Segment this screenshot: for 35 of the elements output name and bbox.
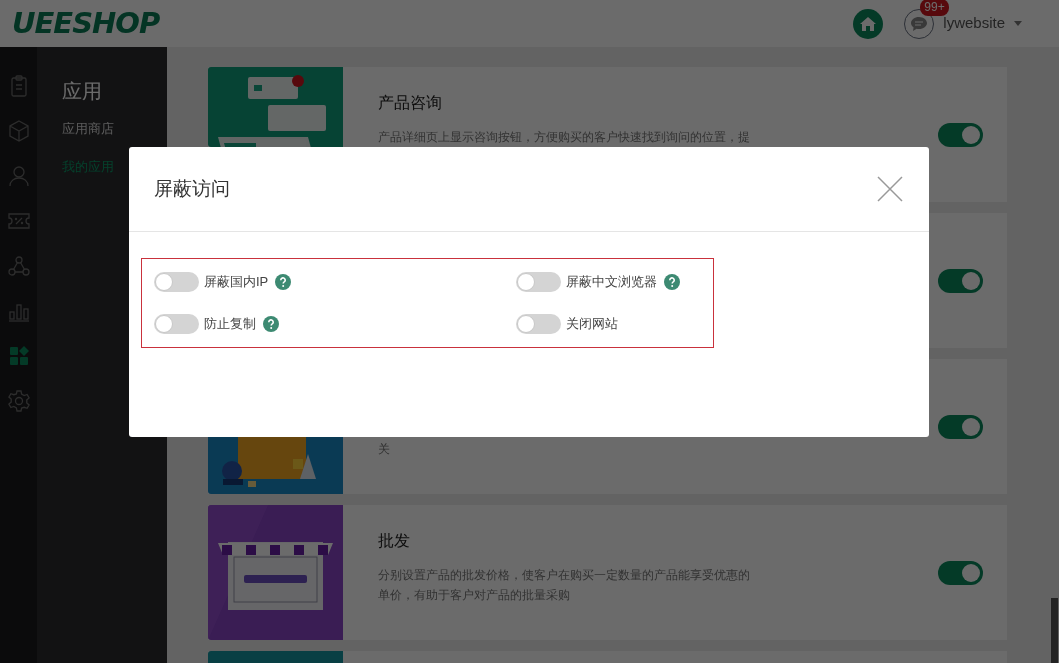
cube-icon[interactable] bbox=[7, 120, 30, 142]
help-icon[interactable] bbox=[263, 316, 279, 332]
scrollbar-thumb[interactable] bbox=[1051, 598, 1058, 663]
option-label: 防止复制 bbox=[204, 315, 256, 334]
logo: UEESHOP bbox=[12, 4, 160, 42]
notification-badge: 99+ bbox=[920, 0, 949, 16]
close-button[interactable] bbox=[876, 175, 904, 203]
chat-icon bbox=[911, 16, 928, 31]
option-label: 关闭网站 bbox=[565, 315, 618, 334]
toggle-switch[interactable] bbox=[154, 272, 199, 292]
app-title: 产品咨询 bbox=[378, 93, 443, 113]
option-label: 屏蔽国内IP bbox=[204, 273, 269, 292]
toggle-switch[interactable] bbox=[938, 122, 983, 147]
settings-icon[interactable] bbox=[7, 390, 30, 412]
home-icon bbox=[860, 16, 877, 31]
help-icon[interactable] bbox=[663, 274, 680, 290]
share-nodes-icon[interactable] bbox=[7, 255, 30, 277]
toggle-switch[interactable] bbox=[938, 414, 983, 439]
toggle-switch[interactable] bbox=[515, 314, 561, 334]
toggle-switch[interactable] bbox=[938, 268, 983, 293]
apps-icon[interactable] bbox=[7, 345, 30, 367]
close-icon bbox=[877, 176, 903, 202]
toggle-switch[interactable] bbox=[154, 314, 199, 334]
toggle-switch[interactable] bbox=[515, 272, 561, 292]
coupon-icon[interactable] bbox=[7, 210, 30, 232]
help-icon[interactable] bbox=[275, 274, 292, 290]
caret-icon[interactable] bbox=[1014, 21, 1022, 26]
sidebar-link[interactable]: 应用商店 bbox=[62, 119, 167, 139]
app-title: 批发 bbox=[378, 531, 411, 551]
home-button[interactable] bbox=[853, 8, 884, 39]
dialog-title: 屏蔽访问 bbox=[154, 176, 230, 201]
user-icon[interactable] bbox=[7, 165, 30, 187]
sidebar-title: 应用 bbox=[62, 79, 103, 104]
toggle-switch[interactable] bbox=[938, 560, 983, 585]
option-label: 屏蔽中文浏览器 bbox=[565, 273, 657, 292]
